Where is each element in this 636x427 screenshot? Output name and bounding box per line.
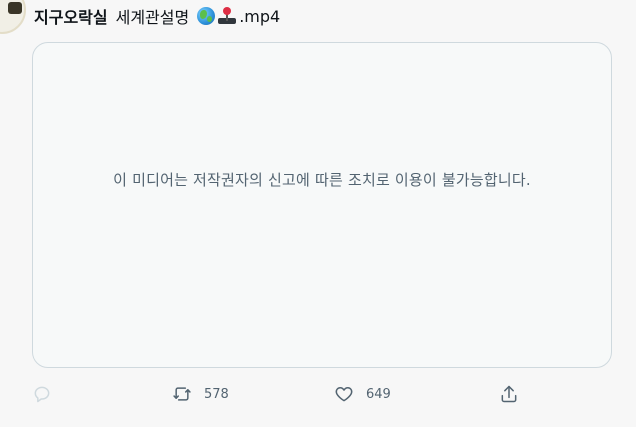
- retweet-button[interactable]: 578: [172, 384, 229, 404]
- media-unavailable-notice: 이 미디어는 저작권자의 신고에 따른 조치로 이용이 불가능합니다.: [113, 170, 531, 189]
- joystick-emoji-icon: [217, 6, 237, 26]
- author-avatar[interactable]: [0, 0, 26, 34]
- reply-icon: [34, 386, 50, 403]
- like-count: 649: [366, 386, 391, 402]
- tweet-title-text: 세계관설명: [115, 8, 190, 27]
- title-emojis: [197, 6, 237, 26]
- globe-emoji-icon: [197, 7, 216, 25]
- avatar-graphic: [8, 2, 22, 14]
- reply-button[interactable]: [32, 384, 64, 404]
- heart-icon: [335, 387, 353, 402]
- retweet-count: 578: [204, 386, 229, 402]
- retweet-icon: [173, 387, 191, 401]
- share-icon: [501, 385, 517, 403]
- author-name[interactable]: 지구오락실: [34, 4, 108, 28]
- share-button[interactable]: [499, 384, 519, 404]
- media-container: 이 미디어는 저작권자의 신고에 따른 조치로 이용이 불가능합니다.: [32, 42, 612, 368]
- tweet-title: 세계관설명: [116, 4, 190, 28]
- file-extension: .mp4: [239, 6, 281, 26]
- like-button[interactable]: 649: [334, 384, 391, 404]
- tweet-header: 지구오락실 세계관설명 .mp4: [34, 4, 280, 28]
- tweet-actions: 578 649: [32, 384, 532, 408]
